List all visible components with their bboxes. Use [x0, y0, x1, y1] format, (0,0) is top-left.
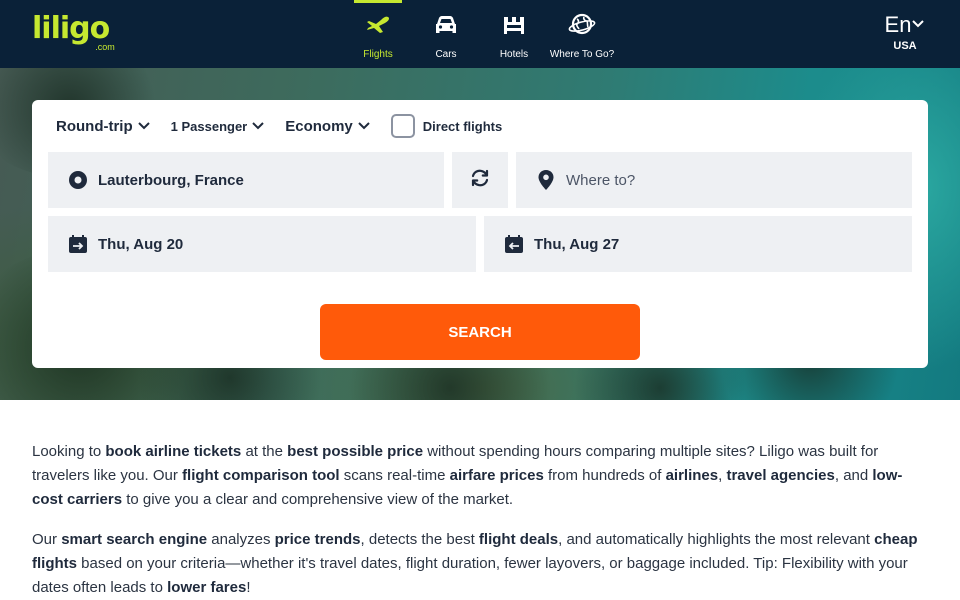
destination-placeholder: Where to? — [566, 171, 636, 189]
language-selector[interactable]: En USA — [880, 12, 930, 52]
keyword-highlight: airlines — [665, 467, 719, 484]
swap-locations-button[interactable] — [452, 152, 508, 208]
text-run: Our — [32, 531, 62, 548]
search-button[interactable]: SEARCH — [320, 304, 640, 360]
logo-wordmark: liligo — [32, 11, 110, 46]
keyword-highlight: book airline tickets — [105, 443, 242, 460]
keyword-highlight: flight deals — [478, 531, 559, 548]
keyword-highlight: best possible price — [287, 443, 424, 460]
search-options: Round-trip 1 Passenger Economy Direct fl… — [56, 114, 502, 138]
car-icon — [431, 10, 461, 45]
direct-flights-toggle[interactable]: Direct flights — [390, 114, 503, 138]
language-country: USA — [893, 40, 917, 52]
globe-icon — [567, 10, 597, 45]
keyword-highlight: travel agencies — [726, 467, 835, 484]
chevron-down-icon — [247, 119, 265, 134]
nav-label: Where To Go? — [549, 49, 615, 60]
nav-flights[interactable]: Flights — [344, 0, 412, 68]
language-code: En — [884, 12, 912, 37]
cabin-class-dropdown[interactable]: Economy — [285, 118, 371, 135]
intro-paragraph-1: Looking to book airline tickets at the b… — [32, 440, 932, 512]
origin-value: Lauterbourg, France — [98, 171, 244, 189]
keyword-highlight: lower fares — [167, 579, 247, 596]
swap-icon — [469, 167, 491, 194]
passengers-value: 1 Passenger — [170, 118, 248, 134]
return-date-value: Thu, Aug 27 — [534, 235, 620, 253]
logo-suffix: .com — [95, 42, 115, 52]
text-run: at the — [241, 443, 288, 460]
flight-search-form: Round-trip 1 Passenger Economy Direct fl… — [32, 100, 928, 368]
passengers-dropdown[interactable]: 1 Passenger — [171, 119, 266, 134]
text-run: , detects the best — [360, 531, 479, 548]
top-header: liligo .com Flights Cars Hotels Where To… — [0, 0, 960, 68]
intro-paragraph-2: Our smart search engine analyzes price t… — [32, 528, 932, 600]
direct-flights-label: Direct flights — [422, 118, 503, 134]
return-date-field[interactable]: Thu, Aug 27 — [484, 216, 912, 272]
destination-field[interactable]: Where to? — [516, 152, 912, 208]
origin-field[interactable]: Lauterbourg, France — [48, 152, 444, 208]
keyword-highlight: price trends — [274, 531, 361, 548]
nav-label: Cars — [435, 49, 457, 60]
text-run: analyzes — [207, 531, 275, 548]
text-run: based on your criteria—whether it's trav… — [32, 555, 908, 596]
calendar-return-icon — [504, 234, 524, 254]
trip-type-dropdown[interactable]: Round-trip — [56, 118, 151, 135]
keyword-highlight: smart search engine — [61, 531, 208, 548]
bed-icon — [499, 10, 529, 45]
direct-flights-checkbox[interactable] — [390, 114, 415, 138]
cabin-class-value: Economy — [285, 117, 353, 135]
liligo-logo[interactable]: liligo .com — [32, 11, 115, 53]
keyword-highlight: airfare prices — [449, 467, 544, 484]
text-run: scans real-time — [339, 467, 450, 484]
trip-type-value: Round-trip — [56, 117, 133, 135]
seo-content: Looking to book airline tickets at the b… — [32, 440, 932, 600]
text-run: from hundreds of — [543, 467, 666, 484]
keyword-highlight: flight comparison tool — [182, 467, 340, 484]
text-run: , and — [834, 467, 873, 484]
text-run: , and automatically highlights the most … — [558, 531, 875, 548]
text-run: to give you a clear and comprehensive vi… — [122, 491, 514, 508]
nav-where-to-go[interactable]: Where To Go? — [548, 0, 616, 68]
nav-label: Hotels — [499, 49, 529, 60]
nav-hotels[interactable]: Hotels — [480, 0, 548, 68]
depart-date-value: Thu, Aug 20 — [98, 235, 184, 253]
chevron-down-icon — [911, 16, 925, 34]
text-run: ! — [246, 579, 251, 596]
main-nav: Flights Cars Hotels Where To Go? — [344, 0, 616, 68]
nav-cars[interactable]: Cars — [412, 0, 480, 68]
origin-dot-icon — [68, 170, 88, 190]
depart-date-field[interactable]: Thu, Aug 20 — [48, 216, 476, 272]
airplane-icon — [363, 10, 393, 45]
calendar-depart-icon — [68, 234, 88, 254]
nav-label: Flights — [363, 49, 393, 60]
chevron-down-icon — [133, 118, 151, 135]
map-pin-icon — [536, 170, 556, 190]
text-run: Looking to — [32, 443, 106, 460]
chevron-down-icon — [353, 118, 371, 135]
